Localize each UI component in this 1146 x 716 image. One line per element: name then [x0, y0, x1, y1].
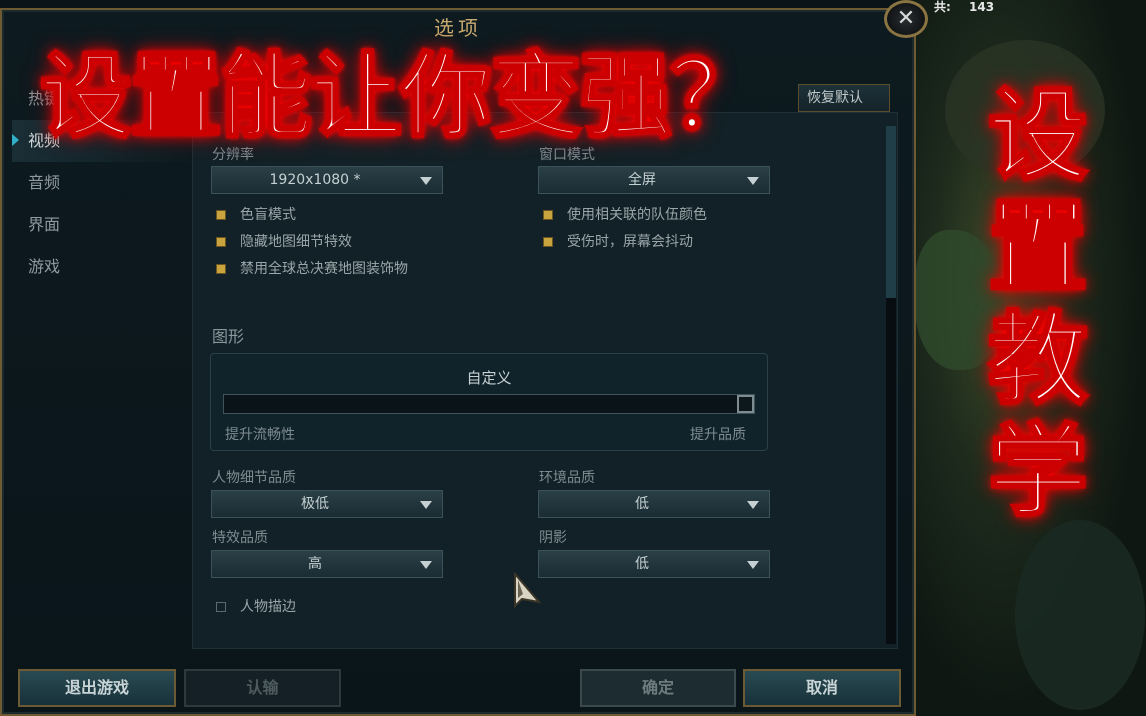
- checkbox-box[interactable]: [216, 602, 226, 612]
- checkbox-box[interactable]: [216, 264, 226, 274]
- counter-label: 共:: [934, 0, 951, 14]
- sidebar-item-game[interactable]: 游戏: [12, 246, 192, 288]
- chevron-down-icon: [420, 561, 432, 569]
- cancel-button[interactable]: 取消: [743, 669, 901, 707]
- chevron-down-icon: [747, 561, 759, 569]
- window-mode-value: 全屏: [628, 172, 656, 188]
- quality-slider-handle[interactable]: [737, 395, 754, 413]
- hud-counter: 共: 143: [930, 0, 998, 14]
- quality-slider[interactable]: [223, 394, 755, 414]
- checkbox-label: 使用相关联的队伍颜色: [567, 207, 707, 223]
- checkbox-label: 受伤时，屏幕会抖动: [567, 234, 693, 250]
- checkbox-label: 隐藏地图细节特效: [240, 234, 352, 250]
- environment-quality-dropdown[interactable]: 低: [538, 490, 770, 518]
- graphics-preset-label: 自定义: [466, 369, 512, 387]
- restore-default-button[interactable]: 恢复默认: [798, 84, 890, 112]
- overlay-side-text: 设置教学: [987, 77, 1090, 530]
- chevron-down-icon: [747, 501, 759, 509]
- window-mode-dropdown[interactable]: 全屏: [538, 166, 770, 194]
- chevron-down-icon: [747, 177, 759, 185]
- mouse-cursor-icon: [514, 572, 542, 609]
- shadows-label: 阴影: [539, 530, 567, 546]
- sidebar-item-interface[interactable]: 界面: [12, 204, 192, 246]
- checkbox-box[interactable]: [543, 237, 553, 247]
- resolution-dropdown[interactable]: 1920x1080 *: [211, 166, 443, 194]
- checkbox-box[interactable]: [216, 237, 226, 247]
- overlay-title: 设置能让你变强？: [38, 42, 763, 152]
- scrollbar[interactable]: [886, 126, 896, 644]
- checkbox-team-colors[interactable]: 使用相关联的队伍颜色: [543, 205, 707, 225]
- character-quality-label: 人物细节品质: [212, 470, 296, 486]
- effects-quality-dropdown[interactable]: 高: [211, 550, 443, 578]
- slider-right-label: 提升品质: [690, 427, 746, 443]
- chevron-down-icon: [420, 501, 432, 509]
- shadows-value: 低: [635, 556, 649, 572]
- confirm-button[interactable]: 确定: [580, 669, 736, 707]
- slider-left-label: 提升流畅性: [225, 427, 295, 443]
- checkbox-colorblind[interactable]: 色盲模式: [216, 205, 296, 225]
- checkbox-box[interactable]: [543, 210, 553, 220]
- graphics-section-title: 图形: [212, 327, 245, 346]
- checkbox-label: 禁用全球总决赛地图装饰物: [240, 261, 408, 277]
- overlay-side-caption: 设置教学: [978, 77, 1098, 530]
- checkbox-screen-shake[interactable]: 受伤时，屏幕会抖动: [543, 232, 693, 252]
- environment-quality-value: 低: [635, 496, 649, 512]
- chevron-down-icon: [420, 177, 432, 185]
- close-button[interactable]: ✕: [884, 0, 928, 38]
- sidebar-item-audio[interactable]: 音频: [12, 162, 192, 204]
- exit-game-button[interactable]: 退出游戏: [18, 669, 176, 707]
- checkbox-hide-map-effects[interactable]: 隐藏地图细节特效: [216, 232, 352, 252]
- shadows-dropdown[interactable]: 低: [538, 550, 770, 578]
- checkbox-label: 人物描边: [240, 599, 296, 615]
- character-quality-value: 极低: [301, 496, 329, 512]
- checkbox-disable-worlds-decor[interactable]: 禁用全球总决赛地图装饰物: [216, 259, 408, 279]
- effects-quality-label: 特效品质: [212, 530, 268, 546]
- counter-value: 143: [969, 0, 995, 14]
- character-quality-dropdown[interactable]: 极低: [211, 490, 443, 518]
- checkbox-character-outline[interactable]: 人物描边: [216, 597, 296, 617]
- checkbox-label: 色盲模式: [240, 207, 296, 223]
- scrollbar-thumb[interactable]: [886, 126, 896, 298]
- resolution-value: 1920x1080 *: [269, 172, 361, 188]
- environment-quality-label: 环境品质: [539, 470, 595, 486]
- surrender-button[interactable]: 认输: [184, 669, 341, 707]
- effects-quality-value: 高: [308, 556, 322, 572]
- checkbox-box[interactable]: [216, 210, 226, 220]
